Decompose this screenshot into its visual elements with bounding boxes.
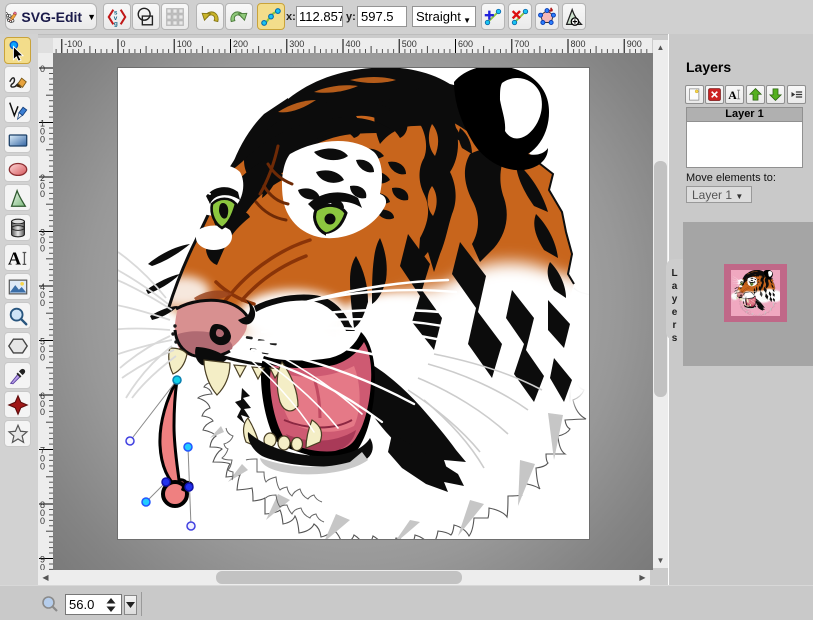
svg-text:100: 100 — [177, 39, 192, 49]
svg-text:A: A — [728, 88, 737, 102]
svg-text:0: 0 — [121, 39, 126, 49]
svg-text:600: 600 — [458, 39, 473, 49]
svg-text:800: 800 — [571, 39, 586, 49]
svg-text:500: 500 — [402, 39, 417, 49]
svg-text:0: 0 — [40, 516, 45, 526]
svg-text:700: 700 — [514, 39, 529, 49]
svg-text:0: 0 — [40, 135, 45, 145]
svg-text:A: A — [7, 248, 21, 268]
svg-text:400: 400 — [346, 39, 361, 49]
svg-text:0: 0 — [40, 407, 45, 417]
svg-text:900: 900 — [627, 39, 642, 49]
svg-text:200: 200 — [233, 39, 248, 49]
svg-text:g: g — [114, 20, 118, 27]
svg-text:0: 0 — [40, 353, 45, 363]
svg-text:0: 0 — [40, 189, 45, 199]
svg-text:0: 0 — [40, 244, 45, 254]
svg-text:0: 0 — [40, 462, 45, 472]
svg-text:0: 0 — [40, 298, 45, 308]
svg-text:-100: -100 — [64, 39, 82, 49]
svg-text:0: 0 — [40, 64, 45, 74]
svg-text:300: 300 — [289, 39, 304, 49]
